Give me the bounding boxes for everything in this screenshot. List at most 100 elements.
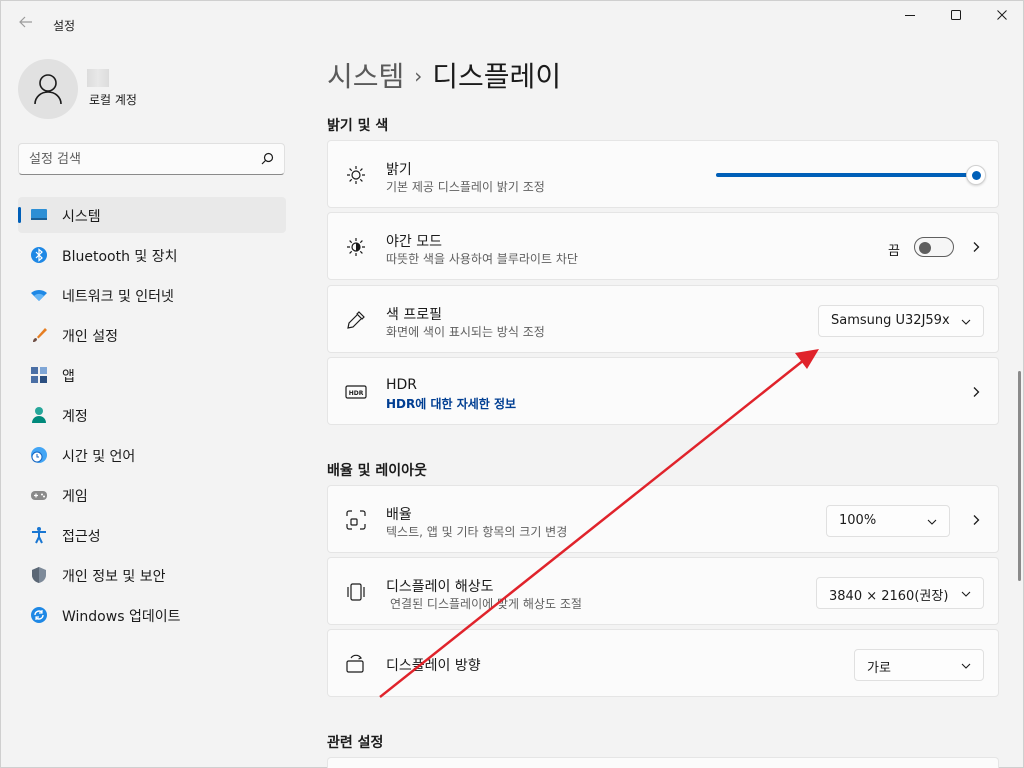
profile-name-redacted bbox=[87, 69, 109, 87]
scale-icon bbox=[346, 510, 366, 530]
maximize-button[interactable] bbox=[933, 9, 979, 29]
resolution-icon bbox=[347, 583, 365, 601]
hdr-info-link[interactable]: HDR에 대한 자세한 정보 bbox=[386, 395, 516, 412]
color-profile-subtitle: 화면에 색이 표시되는 방식 조정 bbox=[386, 325, 545, 339]
scale-title: 배율 bbox=[386, 507, 412, 523]
search-box[interactable] bbox=[18, 143, 285, 175]
brightness-title: 밝기 bbox=[386, 162, 412, 178]
minimize-button[interactable] bbox=[887, 9, 933, 29]
brightness-slider-thumb[interactable] bbox=[966, 165, 986, 185]
chevron-down-icon bbox=[927, 519, 937, 525]
title-bar: 설정 bbox=[1, 1, 1024, 49]
resolution-value: 3840 × 2160(권장) bbox=[829, 589, 949, 604]
related-card-partial[interactable] bbox=[327, 757, 999, 768]
page-title: 디스플레이 bbox=[432, 60, 562, 93]
hdr-card[interactable]: HDR HDR HDR에 대한 자세한 정보 bbox=[327, 357, 999, 425]
section-title-related: 관련 설정 bbox=[327, 735, 384, 751]
hdr-title: HDR bbox=[386, 377, 418, 393]
sidebar-item-accounts[interactable]: 계정 bbox=[18, 397, 286, 433]
sidebar-item-personalization[interactable]: 개인 설정 bbox=[18, 317, 286, 353]
night-light-card[interactable]: 야간 모드 따뜻한 색을 사용하여 블루라이트 차단 끔 bbox=[327, 212, 999, 280]
resolution-dropdown[interactable]: 3840 × 2160(권장) bbox=[816, 577, 984, 609]
scale-card: 배율 텍스트, 앱 및 기타 항목의 크기 변경 100% bbox=[327, 485, 999, 553]
night-light-icon bbox=[347, 238, 365, 256]
search-input[interactable] bbox=[29, 150, 249, 168]
maximize-icon bbox=[951, 10, 961, 20]
scale-dropdown[interactable]: 100% bbox=[826, 505, 950, 537]
brightness-slider-track[interactable] bbox=[716, 173, 976, 177]
sidebar-item-label: 시스템 bbox=[62, 209, 101, 225]
person-icon bbox=[32, 407, 46, 423]
color-profile-card: 색 프로필 화면에 색이 표시되는 방식 조정 Samsung U32J59x bbox=[327, 285, 999, 353]
sidebar-item-label: 게임 bbox=[62, 489, 88, 505]
resolution-title: 디스플레이 해상도 bbox=[386, 579, 494, 595]
avatar[interactable] bbox=[18, 59, 78, 119]
sidebar-item-network[interactable]: 네트워크 및 인터넷 bbox=[18, 277, 286, 313]
brush-icon bbox=[33, 328, 47, 342]
color-profile-title: 색 프로필 bbox=[386, 307, 442, 323]
scale-value: 100% bbox=[839, 513, 877, 528]
sidebar-item-bluetooth[interactable]: Bluetooth 및 장치 bbox=[18, 237, 286, 273]
wifi-icon bbox=[31, 289, 47, 301]
rotate-screen-icon bbox=[346, 654, 364, 673]
sidebar-item-label: 네트워크 및 인터넷 bbox=[62, 289, 174, 305]
orientation-card: 디스플레이 방향 가로 bbox=[327, 629, 999, 697]
chevron-down-icon bbox=[961, 319, 971, 325]
section-title-scale-layout: 배율 및 레이아웃 bbox=[327, 463, 427, 479]
chevron-right-icon[interactable] bbox=[970, 514, 982, 526]
sun-icon bbox=[347, 166, 365, 184]
brightness-card: 밝기 기본 제공 디스플레이 밝기 조정 bbox=[327, 140, 999, 208]
eyedropper-icon bbox=[347, 311, 365, 329]
brightness-subtitle: 기본 제공 디스플레이 밝기 조정 bbox=[386, 180, 545, 194]
chevron-right-icon[interactable] bbox=[970, 241, 982, 253]
night-light-toggle[interactable] bbox=[914, 237, 954, 257]
sidebar-item-label: 개인 정보 및 보안 bbox=[62, 569, 166, 585]
person-icon bbox=[34, 74, 62, 105]
sidebar-item-label: Windows 업데이트 bbox=[62, 609, 181, 625]
sidebar-item-gaming[interactable]: 게임 bbox=[18, 477, 286, 513]
resolution-card: 디스플레이 해상도 연결된 디스플레이에 맞게 해상도 조절 3840 × 21… bbox=[327, 557, 999, 625]
sidebar-item-privacy[interactable]: 개인 정보 및 보안 bbox=[18, 557, 286, 593]
color-profile-dropdown[interactable]: Samsung U32J59x bbox=[818, 305, 984, 337]
section-title-brightness-color: 밝기 및 색 bbox=[327, 118, 389, 134]
sidebar-item-label: 앱 bbox=[62, 369, 75, 385]
update-icon bbox=[31, 607, 47, 623]
breadcrumb-parent[interactable]: 시스템 bbox=[327, 60, 404, 93]
night-light-subtitle: 따뜻한 색을 사용하여 블루라이트 차단 bbox=[386, 252, 578, 266]
sidebar-nav: 시스템 Bluetooth 및 장치 네트워크 및 인터넷 개인 설정 앱 계정… bbox=[18, 197, 286, 637]
scrollbar-thumb[interactable] bbox=[1018, 371, 1021, 581]
chevron-down-icon bbox=[961, 591, 971, 597]
svg-text:HDR: HDR bbox=[349, 390, 364, 397]
accessibility-icon bbox=[32, 527, 46, 544]
close-icon bbox=[997, 10, 1007, 20]
monitor-icon bbox=[31, 209, 47, 220]
sidebar-item-system[interactable]: 시스템 bbox=[18, 197, 286, 233]
sidebar-item-label: 접근성 bbox=[62, 529, 101, 545]
sidebar-item-label: 개인 설정 bbox=[62, 329, 118, 345]
search-icon[interactable] bbox=[261, 152, 274, 165]
night-light-title: 야간 모드 bbox=[386, 234, 442, 250]
minimize-icon bbox=[905, 15, 915, 16]
breadcrumb: 시스템 › 디스플레이 bbox=[327, 55, 561, 95]
settings-window: 설정 로컬 계정 시스템 Bluetooth 및 장치 네트워크 및 bbox=[0, 0, 1024, 768]
account-type: 로컬 계정 bbox=[89, 93, 137, 107]
gamepad-icon bbox=[31, 491, 47, 500]
chevron-down-icon bbox=[961, 663, 971, 669]
sidebar-item-label: Bluetooth 및 장치 bbox=[62, 249, 178, 265]
sidebar-item-label: 계정 bbox=[62, 409, 88, 425]
sidebar-item-accessibility[interactable]: 접근성 bbox=[18, 517, 286, 553]
sidebar-item-time-language[interactable]: 시간 및 언어 bbox=[18, 437, 286, 473]
sidebar-item-apps[interactable]: 앱 bbox=[18, 357, 286, 393]
clock-globe-icon bbox=[31, 447, 47, 463]
apps-icon bbox=[31, 367, 47, 383]
night-light-state: 끔 bbox=[888, 244, 900, 259]
orientation-dropdown[interactable]: 가로 bbox=[854, 649, 984, 681]
chevron-right-icon[interactable] bbox=[970, 386, 982, 398]
breadcrumb-separator: › bbox=[414, 64, 423, 88]
sidebar-item-windows-update[interactable]: Windows 업데이트 bbox=[18, 597, 286, 633]
color-profile-value: Samsung U32J59x bbox=[831, 313, 950, 328]
app-title: 설정 bbox=[53, 19, 76, 33]
bluetooth-icon bbox=[31, 247, 47, 263]
close-button[interactable] bbox=[979, 9, 1024, 29]
back-arrow-icon[interactable] bbox=[15, 13, 37, 35]
